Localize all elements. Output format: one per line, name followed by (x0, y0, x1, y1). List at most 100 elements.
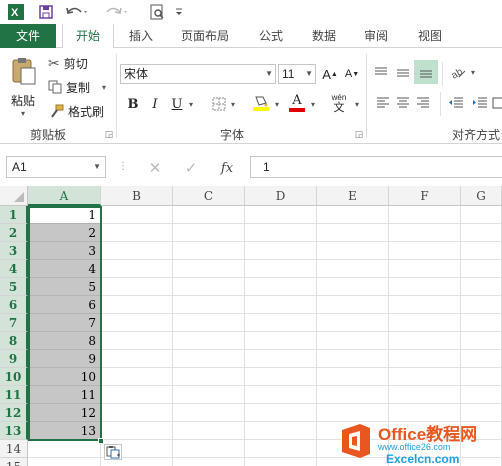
cell[interactable] (101, 314, 173, 332)
row-header[interactable]: 6 (0, 296, 28, 314)
cell[interactable] (173, 224, 245, 242)
cell[interactable] (389, 242, 461, 260)
cell[interactable] (101, 278, 173, 296)
chevron-down-icon[interactable]: ▾ (308, 94, 318, 114)
decrease-font-size-icon[interactable]: A ▼ (344, 64, 360, 84)
cell-a[interactable]: 5 (28, 278, 100, 296)
cell-a[interactable]: 11 (28, 386, 100, 404)
cell[interactable] (101, 404, 173, 422)
cell[interactable] (461, 368, 502, 386)
chevron-down-icon[interactable]: ▾ (272, 94, 282, 114)
cell-a[interactable] (28, 440, 101, 458)
cell[interactable] (245, 422, 317, 440)
orientation-icon[interactable]: ab (448, 62, 468, 82)
chevron-down-icon[interactable]: ▾ (186, 94, 196, 114)
tab-home[interactable]: 开始 (62, 24, 114, 49)
cell[interactable] (173, 422, 245, 440)
row-header[interactable]: 5 (0, 278, 28, 296)
row-header[interactable]: 10 (0, 368, 28, 386)
cell[interactable] (245, 386, 317, 404)
cell[interactable] (317, 260, 389, 278)
enter-checkmark-icon[interactable]: ✓ (180, 158, 202, 178)
row-header[interactable]: 11 (0, 386, 28, 404)
align-center-icon[interactable] (394, 94, 412, 112)
cell[interactable] (101, 386, 173, 404)
tab-page-layout[interactable]: 页面布局 (170, 24, 240, 48)
cell[interactable] (173, 260, 245, 278)
cell[interactable] (317, 242, 389, 260)
cell[interactable] (389, 278, 461, 296)
cell[interactable] (317, 332, 389, 350)
column-header-g[interactable]: G (461, 186, 502, 206)
cell[interactable] (461, 386, 502, 404)
cancel-icon[interactable]: ✕ (144, 158, 166, 178)
paste-options-button[interactable] (104, 444, 122, 460)
format-painter-button[interactable]: 格式刷 (50, 102, 104, 120)
row-header[interactable]: 12 (0, 404, 28, 422)
name-box[interactable]: A1 ▼ (6, 156, 106, 178)
italic-button[interactable]: I (146, 94, 164, 114)
row-header[interactable]: 15 (0, 458, 28, 466)
underline-button[interactable]: U (168, 94, 186, 114)
row-header[interactable]: 8 (0, 332, 28, 350)
chevron-down-icon[interactable]: ▾ (352, 94, 362, 114)
fill-color-icon[interactable] (252, 92, 270, 114)
undo-icon[interactable] (64, 2, 90, 22)
cell[interactable] (389, 296, 461, 314)
save-icon[interactable] (36, 2, 56, 22)
cell[interactable] (245, 278, 317, 296)
chevron-down-icon[interactable]: ▾ (468, 62, 478, 82)
cell[interactable] (101, 260, 173, 278)
cell-a[interactable]: 6 (28, 296, 100, 314)
cell[interactable] (461, 224, 502, 242)
font-color-icon[interactable]: A (288, 92, 306, 114)
row-header[interactable]: 13 (0, 422, 28, 440)
align-top-icon[interactable] (372, 64, 390, 82)
cell[interactable] (101, 296, 173, 314)
cell[interactable] (173, 242, 245, 260)
cell[interactable] (245, 404, 317, 422)
increase-indent-icon[interactable] (470, 94, 490, 112)
chevron-down-icon[interactable]: ▾ (228, 94, 238, 114)
cell[interactable] (389, 368, 461, 386)
increase-font-size-icon[interactable]: A ▲ (322, 64, 338, 84)
cell[interactable] (245, 440, 317, 458)
cell[interactable] (461, 278, 502, 296)
borders-icon[interactable] (210, 94, 228, 114)
cell[interactable] (389, 260, 461, 278)
cell-a[interactable]: 3 (28, 242, 100, 260)
cell[interactable] (389, 386, 461, 404)
cell[interactable] (317, 386, 389, 404)
row-header[interactable]: 14 (0, 440, 28, 458)
cell[interactable] (317, 278, 389, 296)
cell[interactable] (461, 242, 502, 260)
cell[interactable] (317, 224, 389, 242)
select-all-corner[interactable] (0, 186, 28, 206)
cell[interactable] (173, 296, 245, 314)
cell-a[interactable]: 1 (28, 206, 100, 224)
tab-insert[interactable]: 插入 (118, 24, 164, 48)
cell[interactable] (173, 386, 245, 404)
cell-a[interactable]: 12 (28, 404, 100, 422)
font-size-combo[interactable]: 11 ▼ (278, 64, 316, 84)
cell[interactable] (389, 332, 461, 350)
dialog-launcher-icon[interactable]: ◲ (354, 128, 364, 140)
cut-button[interactable]: ✂ 剪切 (48, 54, 88, 72)
cell[interactable] (245, 314, 317, 332)
column-header-f[interactable]: F (389, 186, 461, 206)
tab-data[interactable]: 数据 (302, 24, 346, 48)
cell[interactable] (101, 242, 173, 260)
cell[interactable] (461, 296, 502, 314)
cell[interactable] (101, 368, 173, 386)
cell[interactable] (101, 332, 173, 350)
tab-formulas[interactable]: 公式 (250, 24, 292, 48)
cell[interactable] (461, 332, 502, 350)
merge-cells-icon[interactable] (492, 94, 502, 112)
cell[interactable] (173, 206, 245, 224)
redo-icon[interactable] (104, 2, 130, 22)
cell-a[interactable]: 10 (28, 368, 100, 386)
cell[interactable] (245, 206, 317, 224)
cell[interactable] (173, 440, 245, 458)
print-preview-icon[interactable] (146, 2, 168, 22)
cell-a[interactable]: 13 (28, 422, 100, 440)
